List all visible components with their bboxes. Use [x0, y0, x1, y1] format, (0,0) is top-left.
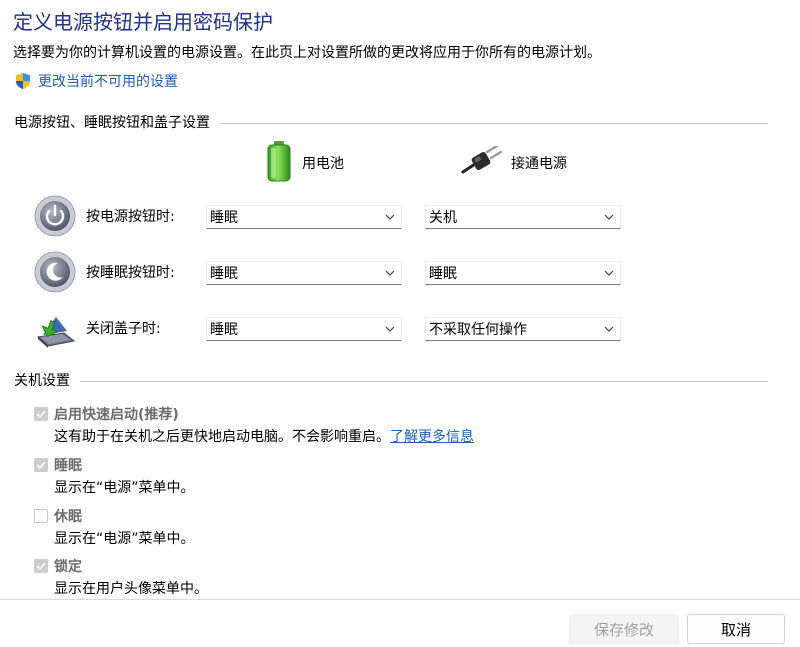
sleep-description: 显示在“电源”菜单中。: [54, 480, 195, 496]
sleep-button-battery-select[interactable]: 睡眠: [206, 261, 402, 285]
plugged-in-column-label: 接通电源: [511, 156, 567, 172]
lock-option: 锁定 显示在用户头像菜单中。: [34, 556, 208, 598]
fast-startup-option: 启用快速启动(推荐) 这有助于在关机之后更快地启动电脑。不会影响重启。了解更多信…: [34, 404, 474, 446]
battery-column-label: 用电池: [302, 156, 344, 172]
chevron-down-icon: [379, 318, 401, 340]
sleep-button-plugged-select[interactable]: 睡眠: [425, 261, 621, 285]
sleep-label: 睡眠: [54, 458, 82, 474]
learn-more-link[interactable]: 了解更多信息: [390, 429, 474, 445]
section-divider: [80, 380, 768, 382]
footer-bar: 保存修改 取消: [0, 599, 800, 647]
lid-close-label: 关闭盖子时:: [86, 321, 161, 337]
chevron-down-icon: [598, 318, 620, 340]
power-button-plugged-select[interactable]: 关机: [425, 205, 621, 229]
select-value: 睡眠: [210, 322, 238, 338]
power-button-battery-select[interactable]: 睡眠: [206, 205, 402, 229]
power-section-header: 电源按钮、睡眠按钮和盖子设置: [14, 112, 768, 132]
page-description: 选择要为你的计算机设置的电源设置。在此页上对设置所做的更改将应用于你所有的电源计…: [13, 45, 601, 61]
admin-link-label[interactable]: 更改当前不可用的设置: [38, 71, 178, 91]
hibernate-description: 显示在“电源”菜单中。: [54, 531, 195, 547]
battery-column-header: 用电池: [264, 140, 344, 186]
power-section-title: 电源按钮、睡眠按钮和盖子设置: [14, 115, 210, 131]
battery-icon: [264, 140, 294, 186]
sleep-button-label: 按睡眠按钮时:: [86, 265, 175, 281]
change-unavailable-settings-link[interactable]: 更改当前不可用的设置: [14, 71, 178, 91]
plugged-in-column-header: 接通电源: [461, 144, 567, 180]
section-divider: [220, 122, 768, 124]
sleep-button-icon: [34, 251, 76, 293]
hibernate-checkbox[interactable]: [34, 509, 48, 523]
laptop-lid-icon: [34, 307, 76, 349]
power-plug-icon: [461, 144, 503, 180]
chevron-down-icon: [598, 262, 620, 284]
select-value: 不采取任何操作: [429, 322, 527, 338]
lock-label: 锁定: [54, 559, 82, 575]
lid-close-plugged-select[interactable]: 不采取任何操作: [425, 317, 621, 341]
sleep-checkbox[interactable]: [34, 458, 48, 472]
fast-startup-label: 启用快速启动(推荐): [54, 407, 179, 423]
lock-checkbox[interactable]: [34, 559, 48, 573]
fast-startup-desc-text: 这有助于在关机之后更快地启动电脑。不会影响重启。: [54, 429, 390, 445]
power-button-icon: [34, 195, 76, 237]
cancel-button[interactable]: 取消: [687, 614, 785, 644]
select-value: 睡眠: [210, 266, 238, 282]
chevron-down-icon: [598, 206, 620, 228]
fast-startup-description: 这有助于在关机之后更快地启动电脑。不会影响重启。了解更多信息: [54, 426, 474, 446]
sleep-option: 睡眠 显示在“电源”菜单中。: [34, 455, 195, 497]
shutdown-section-title: 关机设置: [14, 373, 70, 389]
chevron-down-icon: [379, 206, 401, 228]
select-value: 睡眠: [429, 266, 457, 282]
select-value: 关机: [429, 210, 457, 226]
lid-close-battery-select[interactable]: 睡眠: [206, 317, 402, 341]
shutdown-section-header: 关机设置: [14, 370, 768, 390]
hibernate-option: 休眠 显示在“电源”菜单中。: [34, 506, 195, 548]
fast-startup-checkbox[interactable]: [34, 407, 48, 421]
lock-description: 显示在用户头像菜单中。: [54, 581, 208, 597]
select-value: 睡眠: [210, 210, 238, 226]
hibernate-label: 休眠: [54, 509, 82, 525]
save-changes-button: 保存修改: [569, 614, 679, 644]
page-title: 定义电源按钮并启用密码保护: [13, 10, 273, 34]
power-button-label: 按电源按钮时:: [86, 209, 175, 225]
chevron-down-icon: [379, 262, 401, 284]
uac-shield-icon: [14, 72, 32, 90]
